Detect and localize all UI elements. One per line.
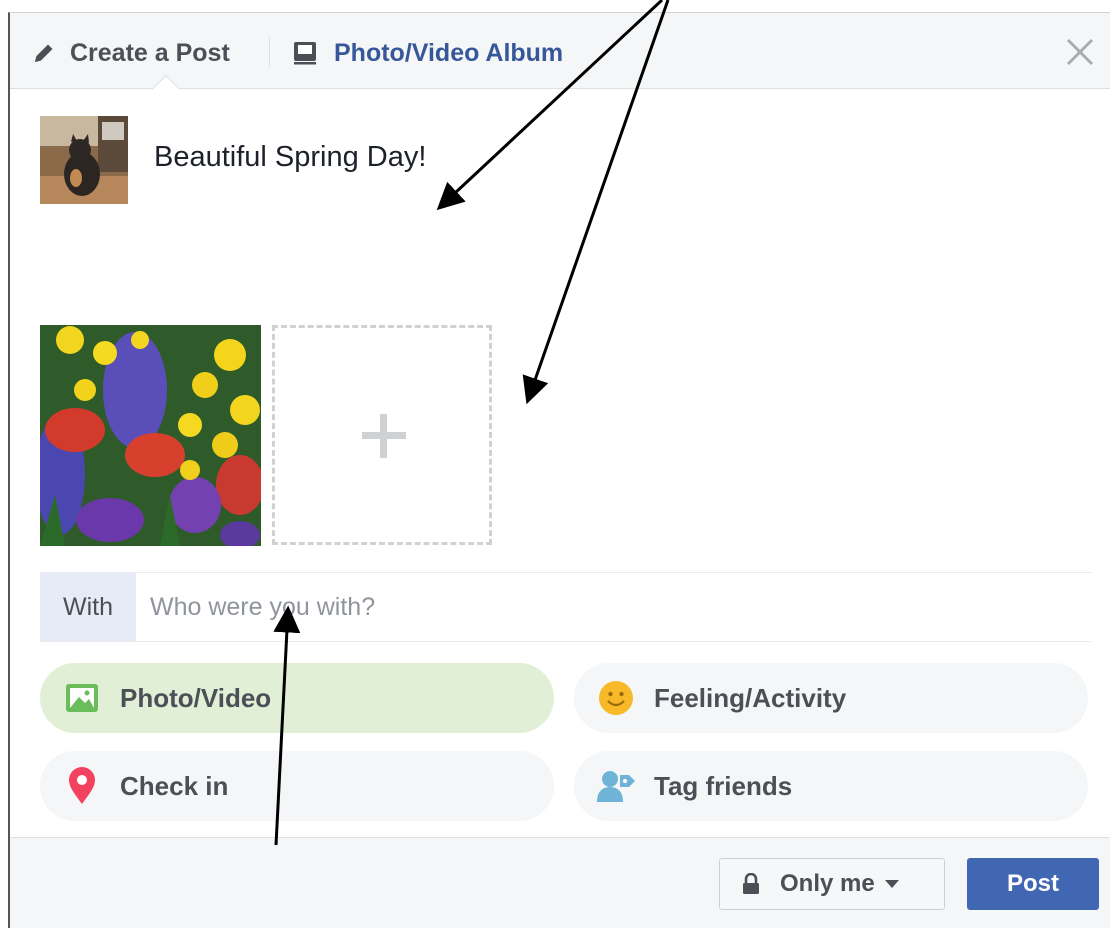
- privacy-label: Only me: [780, 870, 875, 897]
- close-icon: [1066, 38, 1094, 66]
- with-label: With: [40, 573, 136, 641]
- check-in-option[interactable]: Check in: [40, 751, 554, 821]
- post-button[interactable]: Post: [967, 858, 1099, 910]
- tag-friends-option[interactable]: Tag friends: [574, 751, 1088, 821]
- dialog-footer: Only me Post: [10, 837, 1110, 928]
- tag-friends-icon: [596, 766, 636, 806]
- location-pin-icon: [62, 766, 102, 806]
- attached-photo-thumbnail[interactable]: [40, 325, 261, 546]
- photo-video-option-label: Photo/Video: [120, 682, 272, 713]
- feeling-activity-option[interactable]: Feeling/Activity: [574, 663, 1088, 733]
- tab-create-post[interactable]: Create a Post: [32, 35, 230, 71]
- photo-icon: [62, 678, 102, 718]
- privacy-selector[interactable]: Only me: [719, 858, 945, 910]
- check-in-option-label: Check in: [120, 770, 229, 801]
- tab-photo-video-album[interactable]: Photo/Video Album: [292, 35, 563, 71]
- tag-people-row: With: [40, 572, 1092, 642]
- tag-friends-option-label: Tag friends: [654, 770, 793, 801]
- user-avatar[interactable]: [40, 116, 128, 204]
- album-icon: [294, 42, 316, 65]
- tab-photo-video-album-label: Photo/Video Album: [334, 38, 564, 67]
- add-photo-button[interactable]: [272, 325, 492, 545]
- lock-icon: [743, 873, 759, 894]
- active-tab-pointer: [151, 74, 181, 104]
- caret-down-icon: [884, 880, 899, 888]
- tab-create-post-label: Create a Post: [70, 38, 230, 67]
- post-text-content[interactable]: Beautiful Spring Day!: [154, 141, 426, 174]
- create-post-dialog: Create a Post Photo/Video Album Beautifu…: [8, 12, 1110, 928]
- smiley-icon: [596, 678, 636, 718]
- header-divider: [269, 37, 270, 67]
- close-button[interactable]: [1065, 37, 1095, 67]
- feeling-activity-option-label: Feeling/Activity: [654, 682, 847, 713]
- dialog-header: Create a Post Photo/Video Album: [10, 13, 1110, 104]
- who-were-you-with-input[interactable]: [150, 583, 1050, 631]
- photo-video-option[interactable]: Photo/Video: [40, 663, 554, 733]
- pencil-icon: [35, 44, 53, 62]
